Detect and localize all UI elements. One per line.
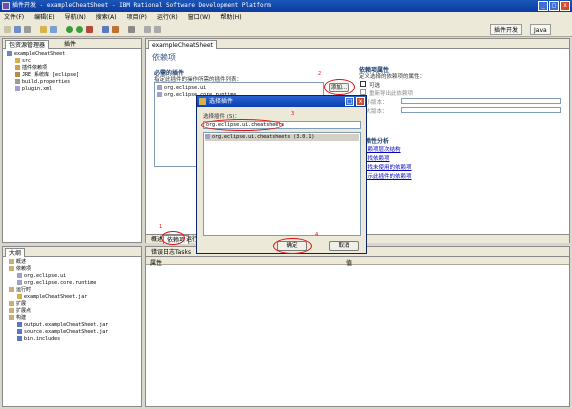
outline-item[interactable]: source.exampleCheatSheet.jar [17,329,108,336]
tab-editor[interactable]: exampleCheatSheet [148,40,217,49]
bottom-views: 错误日志 Tasks 属性 值 [145,246,570,407]
column-property[interactable]: 属性 [150,258,162,267]
menu-run[interactable]: 运行(R) [157,12,178,23]
minimize-button[interactable]: _ [538,1,548,11]
list-item[interactable]: org.eclipse.ui [157,85,206,92]
tab-outline[interactable]: 大纲 [5,248,26,257]
outline-item[interactable]: 概述 [9,259,26,266]
dependency-properties-desc: 定义选择的依赖项的属性： [359,74,426,80]
app-icon [2,2,10,10]
close-button[interactable]: x [560,1,570,11]
dialog-title: 选择插件 [209,98,234,105]
tab-plugins[interactable]: 插件 [61,40,79,49]
back-icon[interactable] [144,26,151,33]
new-java-project-icon[interactable] [102,26,109,33]
external-tools-icon[interactable] [86,26,93,33]
save-icon[interactable] [14,26,21,33]
plugin-results-list[interactable]: org.eclipse.ui.cheatsheets (3.0.1) [203,132,361,236]
properties-header: 属性 值 [146,257,569,267]
tab-package-explorer[interactable]: 包资源管理器 [5,40,50,49]
outline-item[interactable]: 扩展点 [9,308,31,315]
plugin-icon[interactable] [50,26,57,33]
outline-item[interactable]: output.exampleCheatSheet.jar [17,322,108,329]
new-class-icon[interactable] [112,26,119,33]
dialog-close-button[interactable]: x [356,97,365,106]
callout-number: 2 [318,71,322,77]
editor-header: 依赖项 [152,53,176,62]
outline-item[interactable]: bin.includes [17,336,60,343]
link-unused-dependencies[interactable]: 查找未使用的依赖项 [362,163,412,171]
callout-circle [273,238,312,254]
tree-item-jre[interactable]: JRE 系统库 [eclipse] [15,72,79,79]
outline-view: 大纲 概述 依赖项 org.eclipse.ui org.eclipse.cor… [2,246,142,407]
callout-number: 4 [315,232,319,238]
menu-project[interactable]: 项目(P) [127,12,147,23]
outline-item[interactable]: 构建 [9,315,26,322]
outline-item[interactable]: 依赖项 [9,266,31,273]
callout-number: 3 [291,111,295,117]
outline-item[interactable]: org.eclipse.ui [17,273,66,280]
callout-number: 1 [159,224,163,230]
reexport-label: 重新导出此依赖项 [369,91,414,97]
callout-circle [201,119,283,131]
link-show-dependencies[interactable]: 显示此插件的依赖项 [362,172,412,180]
cancel-button[interactable]: 取消 [329,241,359,251]
optional-label: 可选 [369,83,381,89]
menu-file[interactable]: 文件(F) [4,12,24,23]
dialog-icon [199,98,206,105]
tree-item-project[interactable]: exampleCheatSheet [7,51,65,58]
outline-item[interactable]: exampleCheatSheet.jar [17,294,87,301]
tree-item-plugin-xml[interactable]: plugin.xml [15,86,52,93]
perspective-java[interactable]: Java [530,24,551,35]
new-icon[interactable] [4,26,11,33]
maximize-button[interactable]: □ [549,1,559,11]
window-titlebar: 插件开发 - exampleCheatSheet - IBM Rational … [0,0,572,12]
menu-window[interactable]: 窗口(W) [188,12,211,23]
menu-search[interactable]: 搜索(A) [96,12,117,23]
optional-checkbox[interactable] [360,81,366,87]
toolbar: 插件开发 Java [0,23,572,37]
search-icon[interactable] [128,26,135,33]
outline-item[interactable]: 扩展 [9,301,26,308]
tree-item-build-properties[interactable]: build.properties [15,79,70,86]
tree-item-src[interactable]: src [15,58,31,65]
print-icon[interactable] [24,26,31,33]
max-version-field[interactable] [401,107,561,113]
menu-edit[interactable]: 编辑(E) [34,12,54,23]
package-icon[interactable] [40,26,47,33]
callout-circle [324,79,355,95]
min-version-field[interactable] [401,98,561,104]
select-plugin-dialog: 选择插件 □ x 选择插件 (S)： org.eclipse.ui.cheats… [196,95,367,254]
link-dependency-hierarchy[interactable]: 依赖项层次结构 [362,145,401,153]
dialog-maximize-button[interactable]: □ [345,97,354,106]
tree-item-plugin-deps[interactable]: 插件依赖项 [15,65,47,72]
window-title: 插件开发 - exampleCheatSheet - IBM Rational … [12,2,271,9]
outline-item[interactable]: 运行时 [9,287,31,294]
tab-tasks[interactable]: Tasks [172,248,194,257]
callout-circle [161,231,185,245]
forward-icon[interactable] [154,26,161,33]
dialog-titlebar: 选择插件 □ x [197,96,366,107]
package-explorer: 包资源管理器 插件 exampleCheatSheet src 插件依赖项 JR… [2,38,142,243]
outline-item[interactable]: org.eclipse.core.runtime [17,280,96,287]
debug-icon[interactable] [66,26,73,33]
column-value[interactable]: 值 [346,258,352,267]
menu-help[interactable]: 帮助(H) [220,12,241,23]
run-icon[interactable] [76,26,83,33]
list-item[interactable]: org.eclipse.ui.cheatsheets (3.0.1) [205,134,359,141]
perspective-plugin-dev[interactable]: 插件开发 [490,24,523,35]
menu-navigate[interactable]: 导航(N) [65,12,86,23]
menu-bar: 文件(F) 编辑(E) 导航(N) 搜索(A) 项目(P) 运行(R) 窗口(W… [0,12,572,23]
